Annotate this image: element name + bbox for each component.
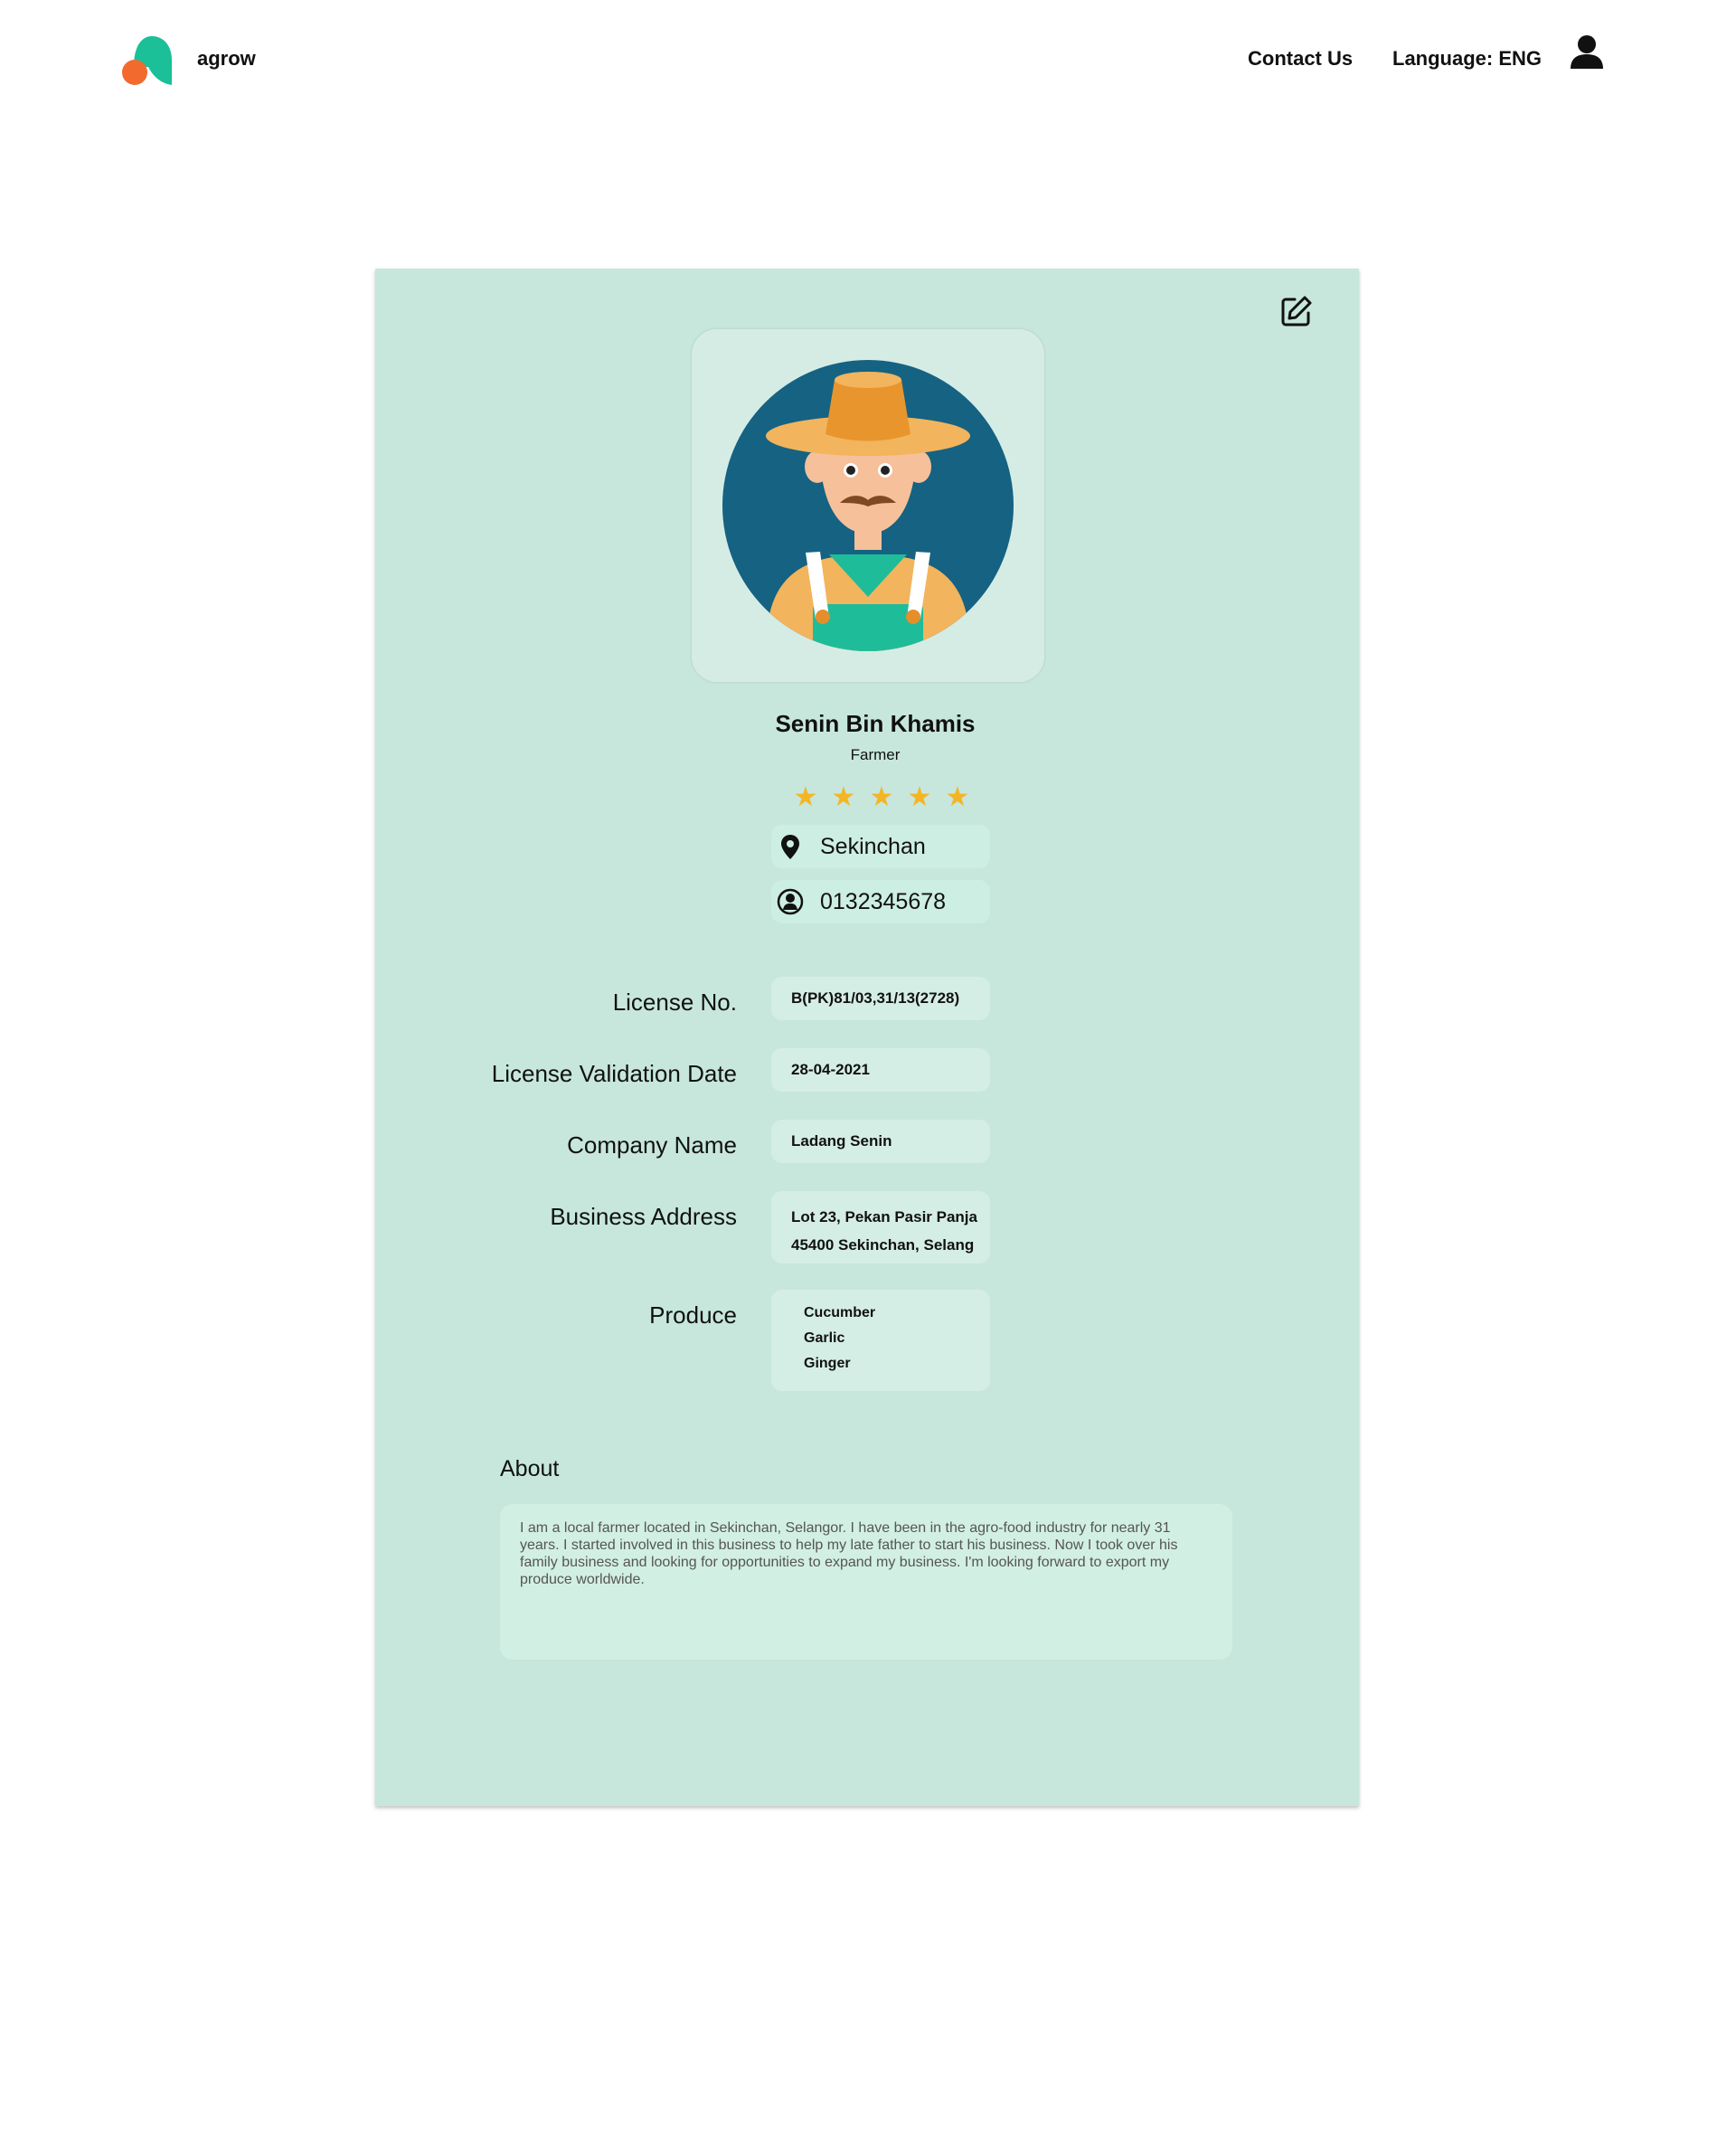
business-address-label: Business Address	[550, 1203, 737, 1230]
about-text: I am a local farmer located in Sekinchan…	[500, 1504, 1232, 1660]
language-selector[interactable]: Language: ENG	[1392, 47, 1542, 71]
produce-label: Produce	[649, 1301, 737, 1329]
produce-list: Cucumber Garlic Ginger	[771, 1290, 990, 1391]
address-line: Lot 23, Pekan Pasir Panja	[791, 1208, 977, 1225]
profile-role: Farmer	[850, 746, 901, 763]
license-validation-value: 28-04-2021	[771, 1048, 990, 1092]
star-icon: ★	[945, 782, 970, 812]
phone-chip: 0132345678	[771, 880, 990, 923]
produce-item: Ginger	[804, 1356, 851, 1371]
avatar-frame[interactable]	[692, 329, 1044, 682]
rating-stars: ★ ★ ★ ★ ★	[791, 784, 972, 811]
phone-text: 0132345678	[820, 888, 947, 914]
company-name-label: Company Name	[567, 1131, 737, 1159]
produce-item: Garlic	[804, 1330, 845, 1346]
user-icon[interactable]	[1569, 34, 1605, 71]
logo-icon[interactable]	[121, 33, 174, 85]
star-icon: ★	[907, 782, 932, 812]
company-name-value: Ladang Senin	[771, 1120, 990, 1163]
location-pin-icon	[781, 835, 799, 859]
brand-name[interactable]: agrow	[197, 47, 256, 71]
about-title: About	[500, 1456, 560, 1481]
contact-person-icon	[777, 888, 804, 915]
location-text: Sekinchan	[820, 833, 926, 859]
profile-name: Senin Bin Khamis	[775, 710, 976, 737]
location-chip: Sekinchan	[771, 825, 990, 868]
address-line: 45400 Sekinchan, Selang	[791, 1236, 975, 1254]
star-icon: ★	[793, 782, 818, 812]
license-validation-label: License Validation Date	[491, 1060, 737, 1087]
license-no-label: License No.	[612, 989, 737, 1016]
produce-item: Cucumber	[804, 1305, 876, 1320]
farmer-avatar	[722, 360, 1014, 651]
business-address-value: Lot 23, Pekan Pasir Panja 45400 Sekincha…	[771, 1191, 990, 1263]
contact-us-link[interactable]: Contact Us	[1248, 47, 1353, 71]
edit-icon[interactable]	[1279, 294, 1314, 328]
star-icon: ★	[869, 782, 894, 812]
profile-card: Senin Bin Khamis Farmer ★ ★ ★ ★ ★ Sekinc…	[375, 269, 1359, 1806]
license-no-value: B(PK)81/03,31/13(2728)	[771, 977, 990, 1020]
star-icon: ★	[831, 782, 856, 812]
